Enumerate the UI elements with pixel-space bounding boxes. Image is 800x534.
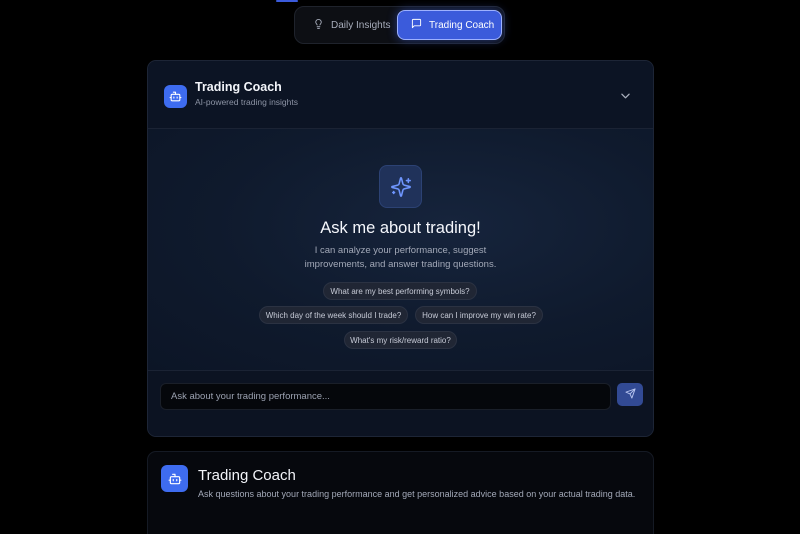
message-square-icon bbox=[411, 18, 422, 32]
tab-trading-coach[interactable]: Trading Coach bbox=[397, 10, 502, 40]
chat-empty-state: Ask me about trading! I can analyze your… bbox=[148, 129, 653, 370]
chat-panel-header: Trading Coach AI-powered trading insight… bbox=[148, 61, 653, 129]
send-button[interactable] bbox=[617, 383, 643, 406]
tab-daily-insights-label: Daily Insights bbox=[331, 19, 391, 31]
sparkles-icon bbox=[379, 165, 422, 208]
suggestion-chip[interactable]: What's my risk/reward ratio? bbox=[344, 331, 457, 349]
chat-panel-title: Trading Coach bbox=[195, 80, 282, 94]
empty-state-description: I can analyze your performance, suggest … bbox=[304, 245, 497, 270]
chevron-down-icon[interactable] bbox=[619, 91, 631, 101]
lightbulb-icon bbox=[313, 18, 324, 33]
send-icon bbox=[624, 386, 636, 404]
chat-input-bar bbox=[148, 370, 653, 436]
chat-panel-subtitle: AI-powered trading insights bbox=[195, 97, 299, 107]
tab-bar: Daily Insights Trading Coach bbox=[294, 6, 505, 44]
top-accent-bar bbox=[276, 0, 298, 2]
tab-trading-coach-label: Trading Coach bbox=[429, 19, 495, 31]
suggestion-chip[interactable]: How can I improve my win rate? bbox=[415, 306, 543, 324]
info-card-title: Trading Coach bbox=[198, 467, 296, 484]
chat-message-input[interactable] bbox=[160, 383, 611, 410]
tab-daily-insights[interactable]: Daily Insights bbox=[305, 10, 395, 40]
empty-state-heading: Ask me about trading! bbox=[320, 219, 481, 237]
suggestion-chip[interactable]: Which day of the week should I trade? bbox=[259, 306, 408, 324]
info-card-description: Ask questions about your trading perform… bbox=[198, 489, 636, 499]
suggestion-chip[interactable]: What are my best performing symbols? bbox=[323, 282, 477, 300]
trading-coach-info-card: Trading Coach Ask questions about your t… bbox=[147, 451, 654, 534]
trading-coach-chat-panel: Trading Coach AI-powered trading insight… bbox=[147, 60, 654, 437]
bot-icon bbox=[161, 465, 188, 492]
bot-icon bbox=[164, 85, 187, 108]
